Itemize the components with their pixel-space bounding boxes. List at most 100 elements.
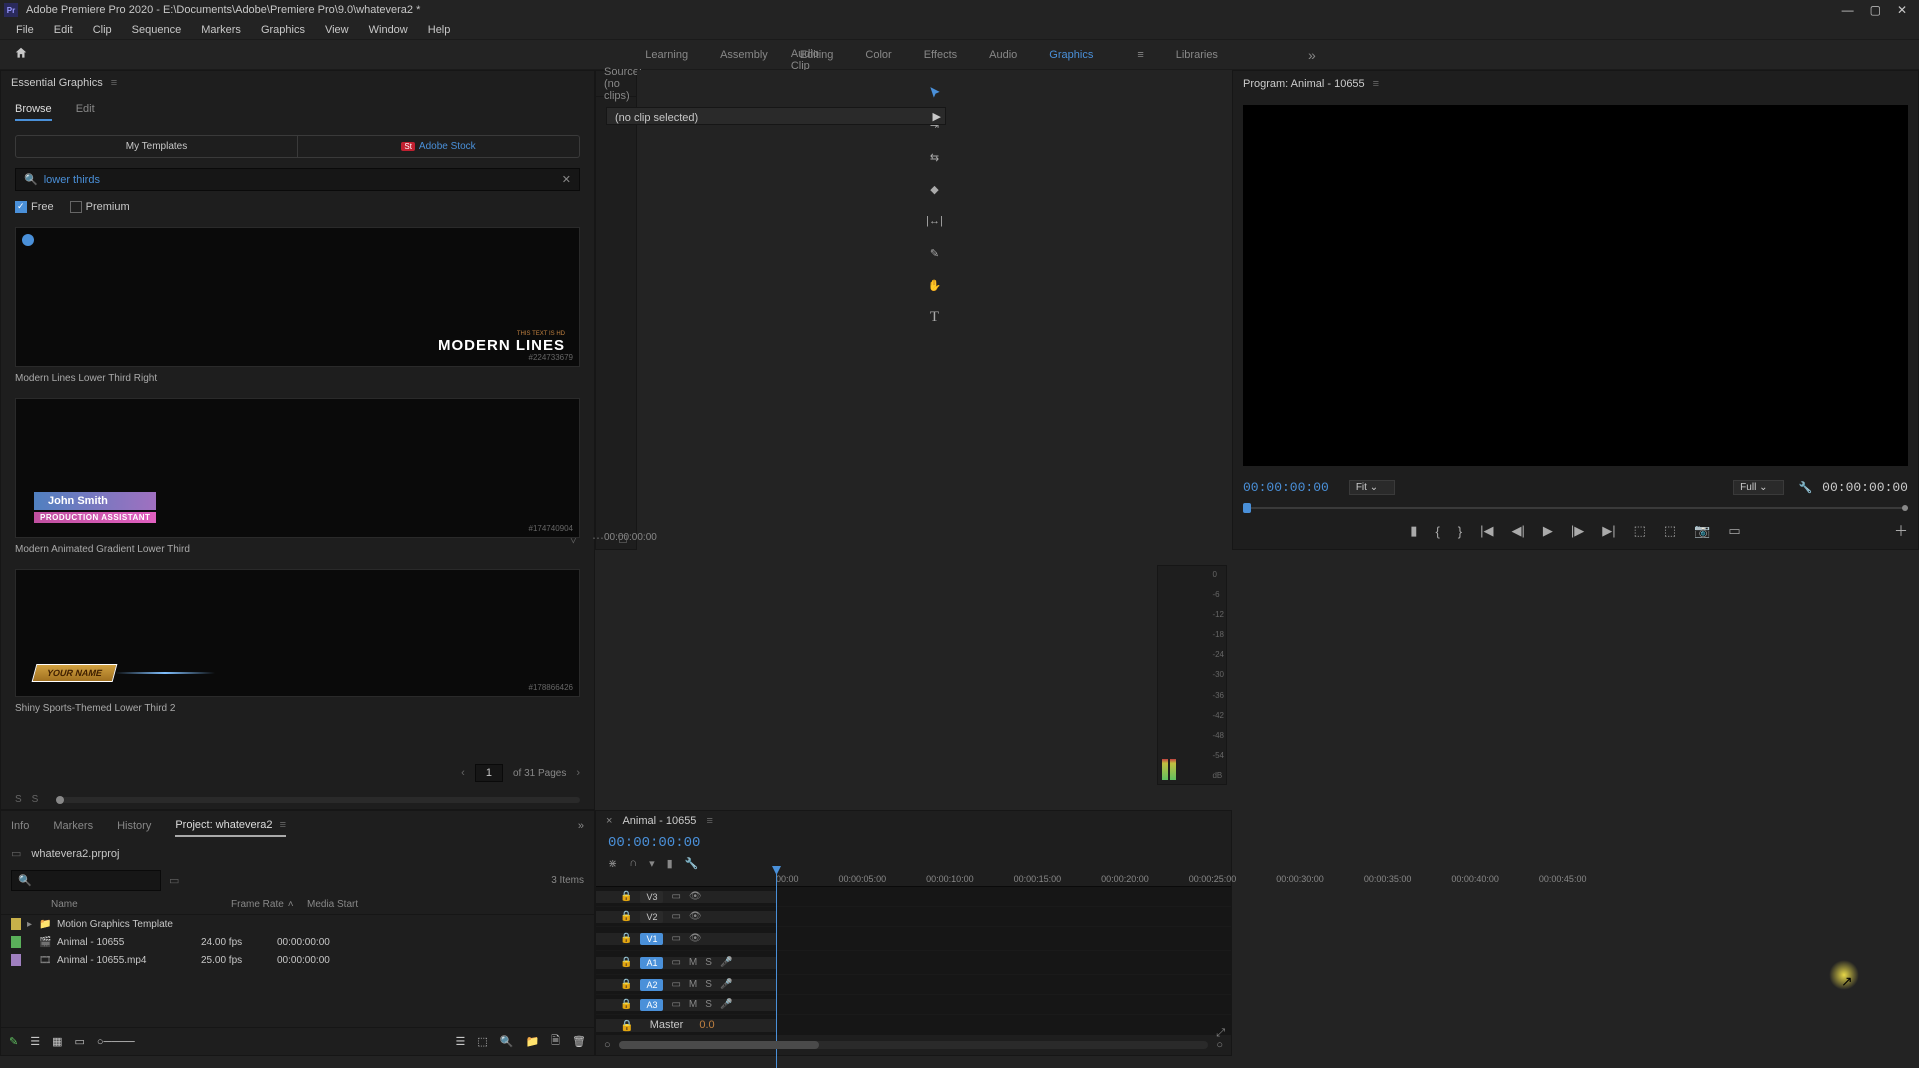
maximize-button[interactable]: ▢ [1870,3,1881,17]
panel-menu-icon[interactable]: ≡ [280,819,286,831]
thumbnail-size-slider[interactable] [56,797,580,803]
menu-graphics[interactable]: Graphics [251,22,315,38]
pager-current[interactable]: 1 [475,764,503,782]
eg-thumbnail[interactable]: THIS TEXT IS HD MODERN LINES #224733679 [15,227,580,367]
panel-menu-icon[interactable]: ≡ [111,77,117,89]
project-row[interactable]: 🎬 Animal - 10655 24.00 fps 00:00:00:00 [1,933,594,951]
lock-icon[interactable]: 🔒 [620,891,632,902]
workspace-graphics[interactable]: Graphics [1049,49,1093,61]
lock-icon[interactable]: 🔒 [620,911,632,922]
tab-info[interactable]: Info [11,816,29,836]
wrench-icon[interactable]: 🔧 [1798,481,1812,494]
menu-markers[interactable]: Markers [191,22,251,38]
tab-history[interactable]: History [117,816,151,836]
type-tool-icon[interactable]: T [926,308,944,326]
minimize-button[interactable]: — [1842,3,1854,17]
project-row[interactable]: ▸ 📁 Motion Graphics Template [1,915,594,933]
eg-subtab-adobe-stock[interactable]: StAdobe Stock [298,135,580,158]
zoom-fit-select[interactable]: Fit ⌄ [1349,480,1395,495]
col-frame-rate[interactable]: Frame Rate˄ [231,899,307,910]
timeline-settings-icon[interactable]: ▮ [667,857,673,870]
timeline-zoom-slider[interactable] [619,1041,1209,1049]
find-icon[interactable]: 🔍 [500,1035,514,1048]
toggle-output-icon[interactable]: ▭ [671,957,680,968]
eg-result-item[interactable]: YOUR NAME #178866426 Shiny Sports-Themed… [15,569,580,714]
label-swatch[interactable] [11,918,21,930]
tabs-overflow-icon[interactable]: » [578,820,584,832]
new-item-icon[interactable]: 🗎 [551,1032,560,1051]
menu-view[interactable]: View [315,22,359,38]
master-value[interactable]: 0.0 [699,1019,714,1031]
timeline-timecode[interactable]: 00:00:00:00 [608,835,700,851]
clear-search-icon[interactable]: ✕ [562,173,571,186]
menu-file[interactable]: File [6,22,44,38]
menu-clip[interactable]: Clip [83,22,122,38]
lock-icon[interactable]: 🔒 [620,933,632,944]
add-marker-icon[interactable]: ▾ [649,857,655,870]
wrench-icon[interactable]: 🔧 [685,857,699,870]
audio-track[interactable]: 🔒A3▭MS🎤 [596,995,1231,1015]
auto-sequence-icon[interactable]: ⬚ [477,1035,487,1048]
workspace-effects[interactable]: Effects [924,49,957,61]
hand-tool-icon[interactable]: ✋ [926,276,944,294]
mute-button[interactable]: M [689,979,697,990]
zoom-slider[interactable]: ○──── [97,1036,135,1048]
zoom-out-icon[interactable]: ○ [604,1039,611,1051]
track-label-a2[interactable]: A2 [640,979,663,991]
workspace-color[interactable]: Color [865,49,891,61]
toggle-output-icon[interactable]: ▭ [671,933,680,944]
step-back-button[interactable]: ◀| [1512,523,1525,539]
lift-button[interactable]: ⬚ [1634,523,1646,539]
panel-menu-icon[interactable]: ≡ [1373,78,1379,90]
workspace-libraries[interactable]: Libraries [1176,49,1218,61]
label-swatch[interactable] [11,954,21,966]
tab-project[interactable]: Project: whatevera2 ≡ [175,815,286,837]
freeform-view-icon[interactable]: ▭ [75,1035,85,1048]
zoom-in-icon[interactable]: ○ [1216,1039,1223,1051]
play-button[interactable]: ▶ [1543,523,1553,539]
quality-select[interactable]: Full ⌄ [1733,480,1784,495]
panel-menu-icon[interactable]: ≡ [706,815,712,827]
program-timecode-left[interactable]: 00:00:00:00 [1243,480,1329,495]
workspace-overflow-icon[interactable]: » [1308,47,1316,63]
keyframe-icon[interactable]: ◻ [618,531,628,545]
expand-icon[interactable]: ⤢ [1216,1027,1225,1040]
pen-tool-icon[interactable]: ✎ [926,244,944,262]
slip-tool-icon[interactable]: |↔| [926,212,944,230]
eg-result-item[interactable]: John Smith PRODUCTION ASSISTANT #1747409… [15,398,580,555]
project-row[interactable]: 🎞 Animal - 10655.mp4 25.00 fps 00:00:00:… [1,951,594,969]
eg-result-item[interactable]: THIS TEXT IS HD MODERN LINES #224733679 … [15,227,580,384]
close-button[interactable]: ✕ [1897,3,1907,17]
track-label-v3[interactable]: V3 [640,891,663,903]
expand-arrow-icon[interactable]: ▶ [933,110,941,123]
audio-track[interactable]: 🔒A1▭MS🎤 [596,951,1231,975]
workspace-audio[interactable]: Audio [989,49,1017,61]
filter-icon[interactable]: ▭ [169,874,179,887]
write-icon[interactable]: ✎ [9,1035,18,1048]
eye-icon[interactable]: 👁 [689,911,702,922]
timeline-ruler[interactable]: 00:00 00:00:05:00 00:00:10:00 00:00:15:0… [596,872,1231,887]
close-sequence-icon[interactable]: × [606,815,612,827]
track-label-a1[interactable]: A1 [640,957,663,969]
program-viewer[interactable] [1243,105,1908,466]
lock-icon[interactable]: 🔒 [620,1019,634,1032]
snap-icon[interactable]: ⋇ [608,857,617,870]
track-label-a3[interactable]: A3 [640,999,663,1011]
go-to-in-button[interactable]: |◀ [1480,523,1493,539]
video-track[interactable]: 🔒V2▭👁 [596,907,1231,927]
mute-button[interactable]: M [689,957,697,968]
workspace-menu-icon[interactable]: ≡ [1137,49,1143,61]
menu-help[interactable]: Help [418,22,461,38]
bin-icon[interactable]: ▭ [11,847,21,860]
step-forward-button[interactable]: |▶ [1571,523,1584,539]
toggle-output-icon[interactable]: ▭ [671,891,680,902]
toggle-output-icon[interactable]: ▭ [671,979,680,990]
tab-markers[interactable]: Markers [53,816,93,836]
sort-icon[interactable]: ☰ [455,1035,465,1048]
comparison-view-button[interactable]: ▭ [1728,523,1740,539]
solo-button[interactable]: S [705,999,712,1010]
master-track[interactable]: 🔒Master0.0 ⤢ [596,1015,1231,1035]
track-label-v2[interactable]: V2 [640,911,663,923]
eg-subtab-my-templates[interactable]: My Templates [15,135,298,158]
mute-button[interactable]: M [689,999,697,1010]
